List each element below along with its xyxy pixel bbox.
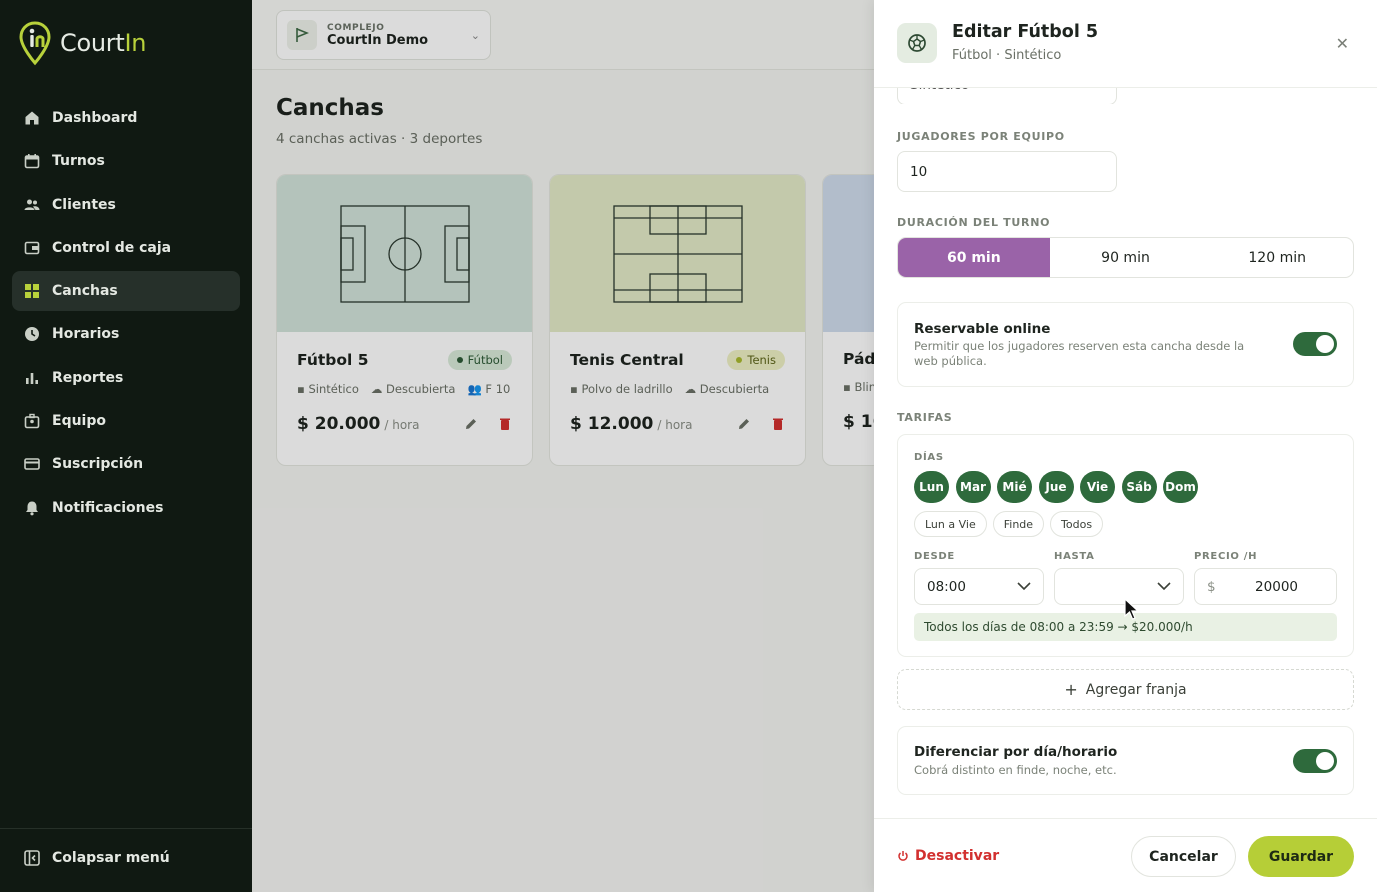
bar-chart-icon (26, 372, 38, 384)
duration-option-120[interactable]: 120 min (1201, 238, 1353, 277)
sidebar-item-label: Canchas (52, 283, 118, 300)
preset-weekend[interactable]: Finde (992, 511, 1045, 537)
to-label: HASTA (1054, 551, 1095, 562)
grid-icon (25, 284, 39, 299)
rate-panel: DÍAS Lun Mar Mié Jue Vie Sáb Dom Lun a V… (897, 434, 1354, 657)
chevron-down-icon (1157, 582, 1171, 591)
scroll-clip: Sintético (874, 88, 1377, 104)
cancel-button[interactable]: Cancelar (1131, 836, 1236, 877)
save-button[interactable]: Guardar (1248, 836, 1354, 877)
edit-court-drawer: Editar Fútbol 5 Fútbol · Sintético ✕ Sin… (874, 0, 1377, 892)
sidebar-item-label: Suscripción (52, 456, 144, 473)
drawer-title: Editar Fútbol 5 (952, 22, 1099, 42)
sidebar-item-equipo[interactable]: Equipo (12, 401, 240, 441)
clock-icon (25, 327, 39, 342)
card-icon (24, 458, 40, 471)
day-button-mar[interactable]: Mar (955, 471, 991, 503)
sidebar-item-control-de-caja[interactable]: Control de caja (12, 228, 240, 268)
day-button-sab[interactable]: Sáb (1121, 471, 1157, 503)
mouse-cursor-icon (1124, 598, 1140, 620)
price-label: PRECIO /H (1194, 551, 1258, 562)
collapse-menu-button[interactable]: Colapsar menú (24, 850, 170, 866)
differentiate-toggle[interactable] (1293, 749, 1337, 773)
day-button-jue[interactable]: Jue (1038, 471, 1074, 503)
sidebar: CourtIn Dashboard Turnos Clientes Contro… (0, 0, 252, 892)
plus-icon: + (1064, 680, 1078, 699)
sidebar-item-label: Clientes (52, 196, 116, 213)
online-booking-panel: Reservable online Permitir que los jugad… (897, 302, 1354, 387)
sidebar-item-canchas[interactable]: Canchas (12, 271, 240, 312)
close-icon[interactable]: ✕ (1336, 34, 1349, 53)
online-title: Reservable online (914, 321, 1051, 337)
preset-weekdays[interactable]: Lun a Vie (914, 511, 987, 537)
currency-symbol: $ (1207, 578, 1216, 595)
online-description: Permitir que los jugadores reserven esta… (914, 339, 1245, 368)
sidebar-item-label: Reportes (52, 369, 124, 386)
differentiate-panel: Diferenciar por día/horario Cobrá distin… (897, 726, 1354, 795)
from-time-select[interactable]: 08:00 (914, 568, 1044, 605)
duration-option-60[interactable]: 60 min (898, 238, 1050, 277)
sidebar-item-label: Notificaciones (52, 499, 164, 516)
add-range-label: Agregar franja (1085, 681, 1187, 698)
sidebar-item-reportes[interactable]: Reportes (12, 358, 240, 398)
drawer-footer: Desactivar Cancelar Guardar (874, 818, 1377, 892)
day-button-vie[interactable]: Vie (1080, 471, 1115, 503)
deactivate-label: Desactivar (915, 848, 1000, 864)
day-selector: Lun Mar Mié Jue Vie Sáb Dom (914, 471, 1198, 503)
sidebar-item-label: Equipo (52, 413, 106, 430)
surface-field[interactable]: Sintético (897, 88, 1117, 104)
duration-label: DURACIÓN DEL TURNO (897, 216, 1051, 229)
players-label: JUGADORES POR EQUIPO (897, 130, 1065, 143)
sidebar-divider (0, 828, 252, 829)
courtin-logo-icon (19, 21, 51, 66)
collapse-menu-label: Colapsar menú (52, 850, 170, 866)
sidebar-item-suscripcion[interactable]: Suscripción (12, 444, 240, 484)
sidebar-item-label: Dashboard (52, 110, 138, 126)
price-per-hour-input[interactable]: $ 20000 (1194, 568, 1337, 605)
sidebar-nav: Dashboard Turnos Clientes Control de caj… (12, 98, 240, 531)
brand-name: CourtIn (60, 29, 147, 57)
to-time-select[interactable] (1054, 568, 1184, 605)
sidebar-item-label: Turnos (52, 153, 105, 170)
drawer-subtitle: Fútbol · Sintético (952, 48, 1062, 63)
rates-label: TARIFAS (897, 411, 953, 424)
bell-icon (26, 501, 38, 516)
wallet-icon (24, 241, 40, 255)
add-range-button[interactable]: + Agregar franja (897, 669, 1354, 710)
home-icon (25, 111, 39, 125)
power-icon (898, 851, 908, 861)
day-button-lun[interactable]: Lun (914, 471, 949, 503)
day-button-mie[interactable]: Mié (997, 471, 1032, 503)
players-per-team-input[interactable]: 10 (897, 151, 1117, 192)
duration-selector: 60 min 90 min 120 min (897, 237, 1354, 278)
differentiate-title: Diferenciar por día/horario (914, 744, 1118, 760)
price-value: 20000 (1255, 578, 1298, 595)
from-time-value: 08:00 (927, 578, 966, 595)
team-icon (24, 413, 40, 429)
days-label: DÍAS (914, 452, 944, 463)
day-presets: Lun a Vie Finde Todos (914, 511, 1104, 537)
sidebar-item-horarios[interactable]: Horarios (12, 314, 240, 354)
duration-option-90[interactable]: 90 min (1050, 238, 1202, 277)
collapse-icon (24, 850, 40, 866)
modal-backdrop[interactable] (252, 0, 874, 892)
drawer-header: Editar Fútbol 5 Fútbol · Sintético ✕ (874, 0, 1377, 88)
sidebar-item-notificaciones[interactable]: Notificaciones (12, 488, 240, 528)
day-button-dom[interactable]: Dom (1163, 471, 1198, 503)
soccer-ball-icon (897, 23, 937, 63)
deactivate-button[interactable]: Desactivar (897, 848, 999, 864)
sidebar-item-turnos[interactable]: Turnos (12, 141, 240, 181)
users-icon (24, 199, 40, 210)
online-booking-toggle[interactable] (1293, 332, 1337, 356)
calendar-icon (24, 154, 40, 169)
chevron-down-icon (1017, 582, 1031, 591)
sidebar-item-clientes[interactable]: Clientes (12, 185, 240, 225)
brand-logo[interactable]: CourtIn (18, 20, 146, 66)
sidebar-item-label: Horarios (52, 326, 120, 343)
sidebar-item-label: Control de caja (52, 239, 172, 256)
from-label: DESDE (914, 551, 955, 562)
preset-all[interactable]: Todos (1050, 511, 1104, 537)
sidebar-item-dashboard[interactable]: Dashboard (12, 98, 240, 138)
differentiate-description: Cobrá distinto en finde, noche, etc. (914, 763, 1117, 777)
